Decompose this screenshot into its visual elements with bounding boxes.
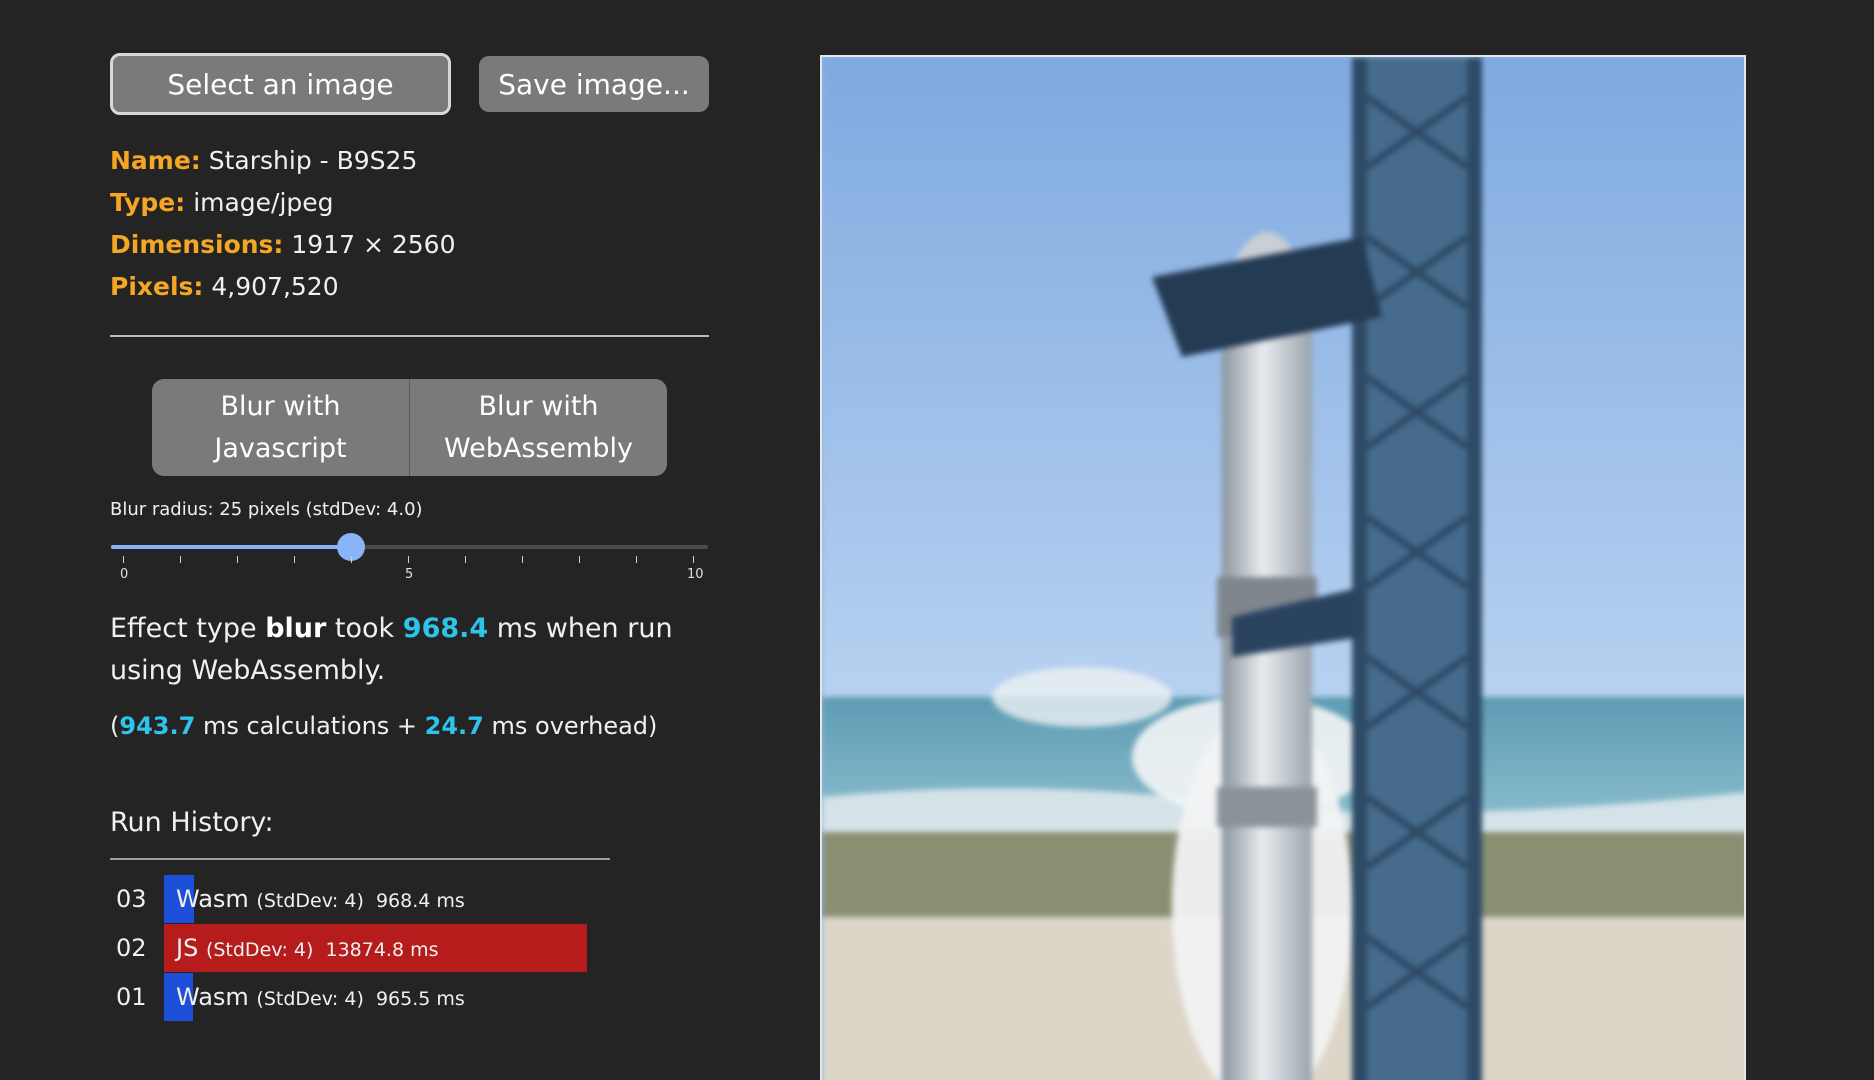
history-stddev: (StdDev: 4) <box>256 890 376 912</box>
calc-value: 943.7 <box>119 712 196 740</box>
image-pixels-row: Pixels: 4,907,520 <box>110 270 339 304</box>
history-time: 13874.8 ms <box>325 939 439 961</box>
slider-tick <box>123 556 124 563</box>
history-label: Wasm (StdDev: 4) 965.5 ms <box>176 973 465 1021</box>
slider-tick <box>693 556 694 563</box>
slider-mid-label: 5 <box>405 567 414 582</box>
history-method: Wasm <box>176 983 257 1011</box>
calc-mid: ms calculations + <box>202 712 418 740</box>
slider-tick <box>294 556 295 563</box>
name-label: Name: <box>110 146 201 175</box>
history-stddev: (StdDev: 4) <box>256 988 376 1010</box>
calculation-breakdown: (943.7 ms calculations + 24.7 ms overhea… <box>110 712 657 740</box>
effect-result-text: Effect type blur took 968.4 ms when run … <box>110 608 710 692</box>
slider-tick <box>180 556 181 563</box>
dimensions-value: 1917 × 2560 <box>291 230 456 259</box>
effect-time-value: 968.4 <box>402 613 489 644</box>
blur-wasm-button[interactable]: Blur with WebAssembly <box>409 379 667 476</box>
app-page: Select an image Save image... Name: Star… <box>0 0 1874 1080</box>
slider-min-label: 0 <box>120 567 129 582</box>
overhead-suffix: ms overhead) <box>491 712 658 740</box>
slider-tick <box>579 556 580 563</box>
history-row: 01 Wasm (StdDev: 4) 965.5 ms <box>110 973 610 1021</box>
pixels-value: 4,907,520 <box>211 272 339 301</box>
history-divider <box>110 858 610 860</box>
blur-js-label-line2: Javascript <box>214 432 347 464</box>
slider-max-label: 10 <box>687 567 704 582</box>
save-image-button[interactable]: Save image... <box>479 56 709 112</box>
history-stddev: (StdDev: 4) <box>205 939 326 961</box>
blur-radius-slider-track[interactable] <box>111 545 708 549</box>
image-type-row: Type: image/jpeg <box>110 186 334 220</box>
history-row: 03 Wasm (StdDev: 4) 968.4 ms <box>110 875 610 923</box>
slider-tick <box>408 556 409 563</box>
history-index: 01 <box>116 983 147 1011</box>
slider-tick <box>237 556 238 563</box>
effect-prefix: Effect type <box>110 613 257 644</box>
blur-radius-slider-fill <box>111 545 351 549</box>
image-name-row: Name: Starship - B9S25 <box>110 144 417 178</box>
slider-tick <box>522 556 523 563</box>
slider-tick <box>465 556 466 563</box>
type-label: Type: <box>110 188 186 217</box>
blur-wasm-label-line2: WebAssembly <box>444 432 633 464</box>
dimensions-label: Dimensions: <box>110 230 284 259</box>
effect-name: blur <box>265 613 327 644</box>
name-value: Starship - B9S25 <box>208 146 418 175</box>
overhead-value: 24.7 <box>424 712 484 740</box>
history-row: 02 JS (StdDev: 4) 13874.8 ms <box>110 924 610 972</box>
starship-photo <box>822 57 1744 1080</box>
history-method: Wasm <box>176 885 257 913</box>
effect-took: took <box>334 613 395 644</box>
run-history-title: Run History: <box>110 807 274 838</box>
history-index: 03 <box>116 885 147 913</box>
calc-open: ( <box>110 712 120 740</box>
slider-tick <box>636 556 637 563</box>
history-label: Wasm (StdDev: 4) 968.4 ms <box>176 875 465 923</box>
info-divider <box>110 335 709 337</box>
image-dimensions-row: Dimensions: 1917 × 2560 <box>110 228 455 262</box>
slider-tick <box>351 556 352 563</box>
blur-button-group: Blur with Javascript Blur with WebAssemb… <box>152 379 667 476</box>
blur-js-button[interactable]: Blur with Javascript <box>152 379 409 476</box>
history-time: 965.5 ms <box>375 988 465 1010</box>
history-index: 02 <box>116 934 147 962</box>
blur-radius-label: Blur radius: 25 pixels (stdDev: 4.0) <box>110 499 423 520</box>
blur-js-label-line1: Blur with <box>220 390 341 422</box>
history-label: JS (StdDev: 4) 13874.8 ms <box>176 924 439 972</box>
image-preview <box>820 55 1746 1080</box>
history-time: 968.4 ms <box>375 890 465 912</box>
select-image-button[interactable]: Select an image <box>110 53 451 115</box>
pixels-label: Pixels: <box>110 272 204 301</box>
history-method: JS <box>176 934 206 962</box>
type-value: image/jpeg <box>193 188 334 217</box>
blur-wasm-label-line1: Blur with <box>478 390 599 422</box>
